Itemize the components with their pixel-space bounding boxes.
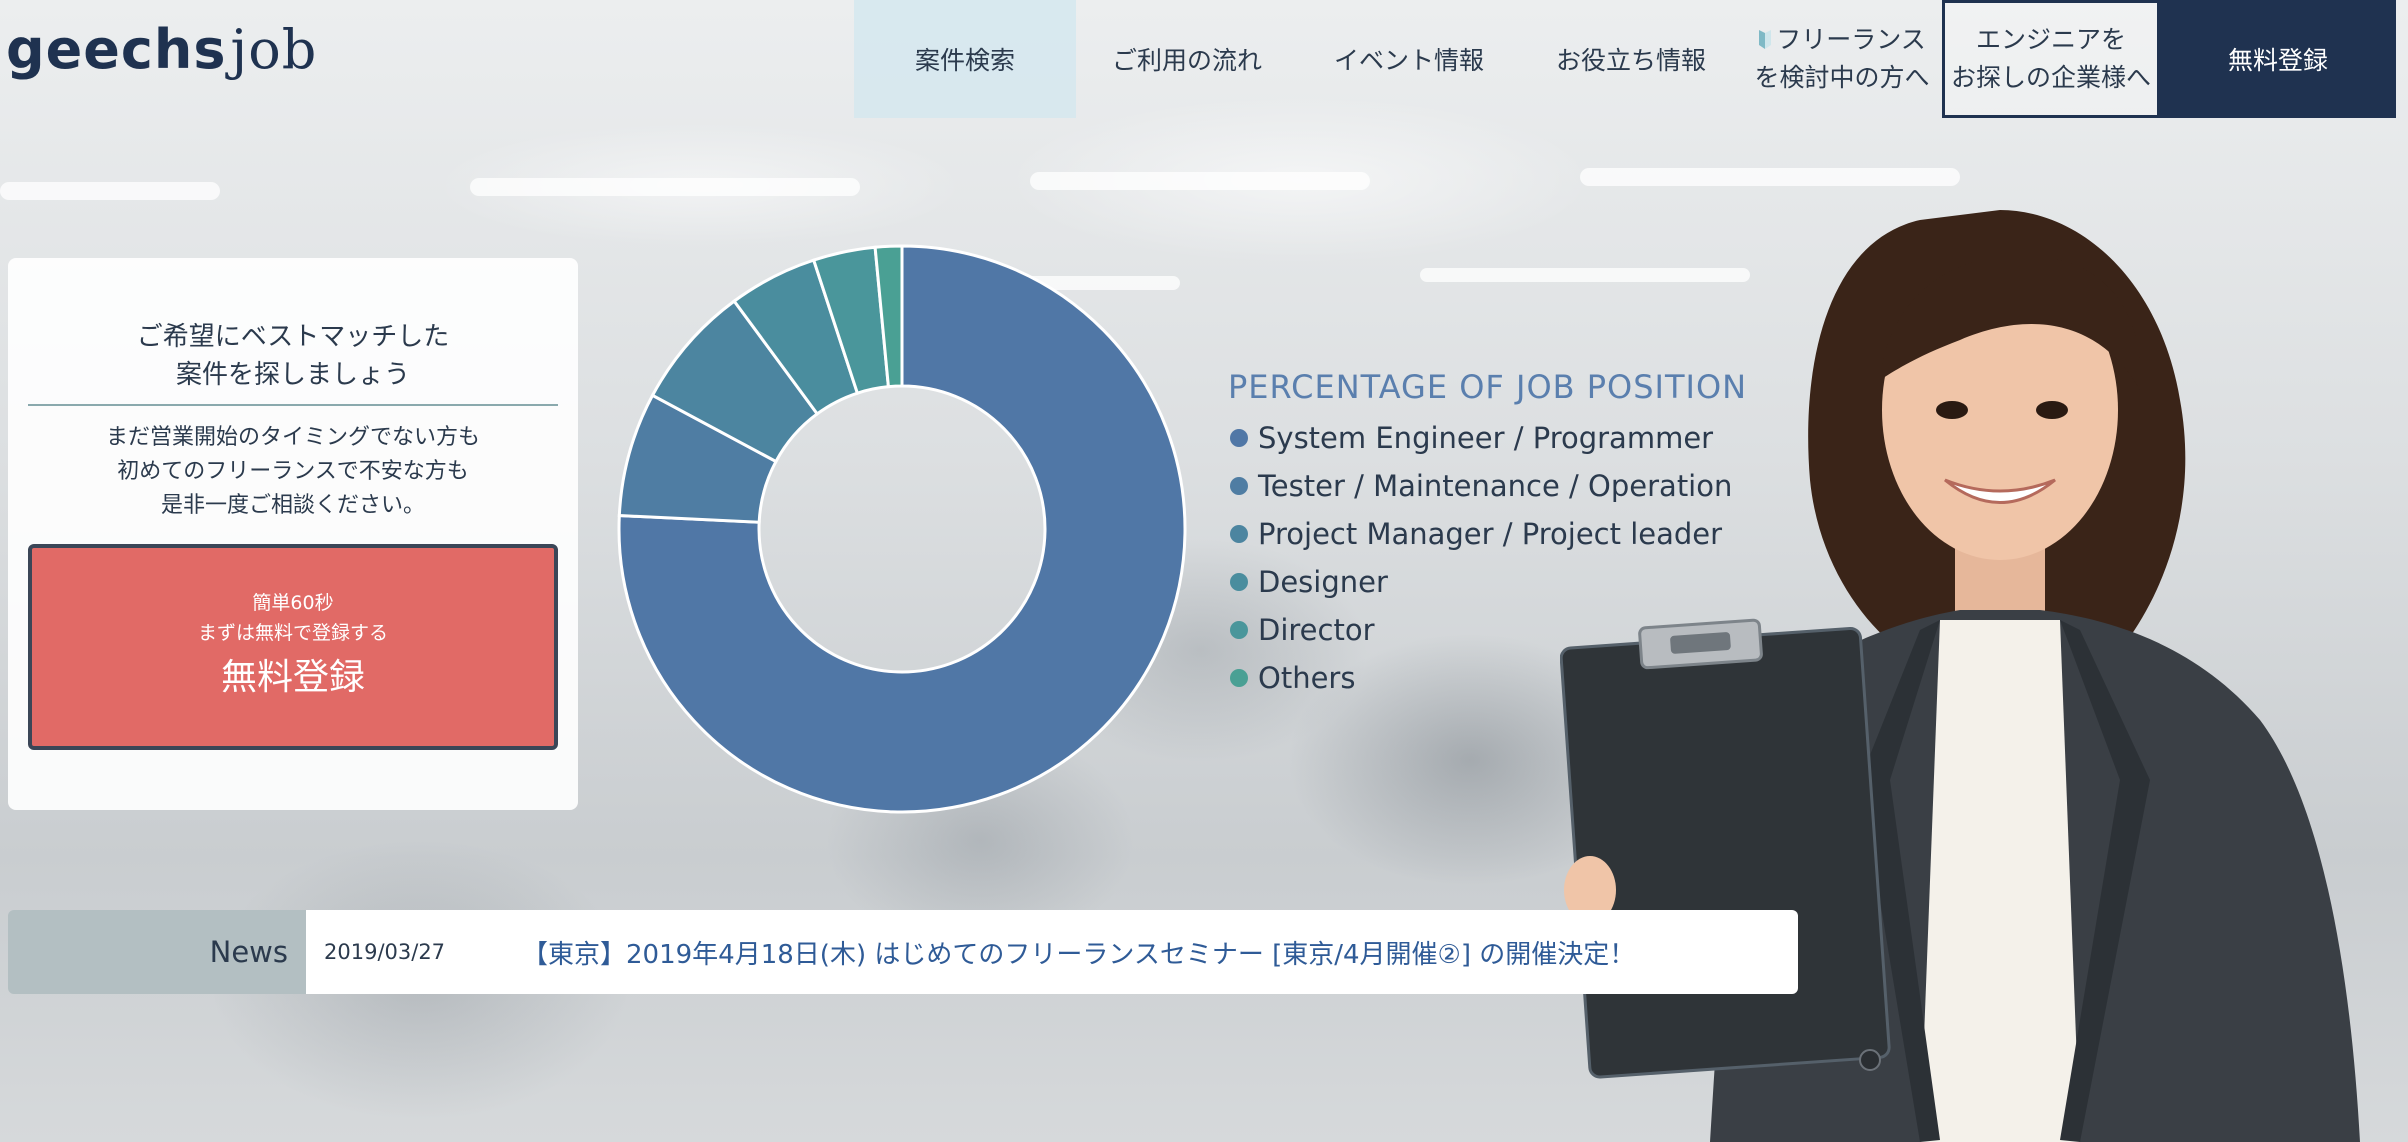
nav-company-line2: お探しの企業様へ	[1950, 63, 2151, 92]
legend-dot-icon	[1230, 573, 1248, 591]
nav-usage-flow[interactable]: ご利用の流れ	[1076, 0, 1298, 118]
legend-dot-icon	[1230, 429, 1248, 447]
nav-event-info-label: イベント情報	[1333, 46, 1484, 75]
nav-useful-info[interactable]: お役立ち情報	[1520, 0, 1742, 118]
job-position-chart	[616, 243, 1188, 815]
logo-sub: job	[230, 18, 318, 81]
nav-freelance-line2: を検討中の方へ	[1754, 63, 1930, 92]
card-heading: ご希望にベストマッチした 案件を探しましょう	[136, 322, 450, 390]
nav-freelance[interactable]: フリーランス を検討中の方へ	[1742, 0, 1942, 118]
beginner-mark-icon	[1759, 30, 1772, 49]
main-nav: 案件検索 ご利用の流れ イベント情報 お役立ち情報 フリーランス を検討中の方へ…	[854, 0, 2396, 118]
news-item: 2019/03/27 【東京】2019年4月18日(木) はじめてのフリーランス…	[306, 910, 1798, 994]
nav-company-line1: エンジニアを	[1975, 25, 2126, 54]
nav-event-info[interactable]: イベント情報	[1298, 0, 1520, 118]
legend-dot-icon	[1230, 669, 1248, 687]
news-date: 2019/03/27	[324, 940, 446, 964]
logo-main: geechs	[6, 18, 227, 81]
legend-dot-icon	[1230, 621, 1248, 639]
nav-register-button[interactable]: 無料登録	[2160, 0, 2396, 118]
woman-with-clipboard-image	[1560, 210, 2360, 1142]
site-logo[interactable]: geechsjob	[6, 18, 317, 81]
card-divider	[28, 404, 558, 406]
legend-dot-icon	[1230, 525, 1248, 543]
legend-label: Designer	[1258, 565, 1388, 599]
nav-job-search-label: 案件検索	[914, 46, 1015, 75]
news-label: News	[8, 910, 306, 994]
signup-tagline-2: まずは無料で登録する	[197, 622, 388, 644]
free-signup-button[interactable]: 簡単60秒 まずは無料で登録する 無料登録	[28, 544, 558, 750]
signup-button-label: 無料登録	[220, 657, 365, 698]
nav-job-search[interactable]: 案件検索	[854, 0, 1076, 118]
news-bar: News 2019/03/27 【東京】2019年4月18日(木) はじめてのフ…	[8, 910, 1798, 994]
consultation-card: ご希望にベストマッチした 案件を探しましょう まだ営業開始のタイミングでない方も…	[8, 258, 578, 810]
nav-for-companies[interactable]: エンジニアを お探しの企業様へ	[1942, 0, 2160, 118]
news-headline-link[interactable]: 【東京】2019年4月18日(木) はじめてのフリーランスセミナー [東京/4月…	[522, 934, 1635, 971]
nav-useful-info-label: お役立ち情報	[1555, 46, 1706, 75]
legend-dot-icon	[1230, 477, 1248, 495]
legend-label: Others	[1258, 661, 1356, 695]
nav-usage-flow-label: ご利用の流れ	[1111, 46, 1262, 75]
card-body-text: まだ営業開始のタイミングでない方も 初めてのフリーランスで不安な方も 是非一度ご…	[105, 425, 480, 518]
nav-freelance-line1: フリーランス	[1776, 25, 1926, 54]
nav-register-label: 無料登録	[2227, 46, 2328, 75]
signup-tagline-1: 簡単60秒	[252, 592, 334, 614]
legend-label: Director	[1258, 613, 1375, 647]
